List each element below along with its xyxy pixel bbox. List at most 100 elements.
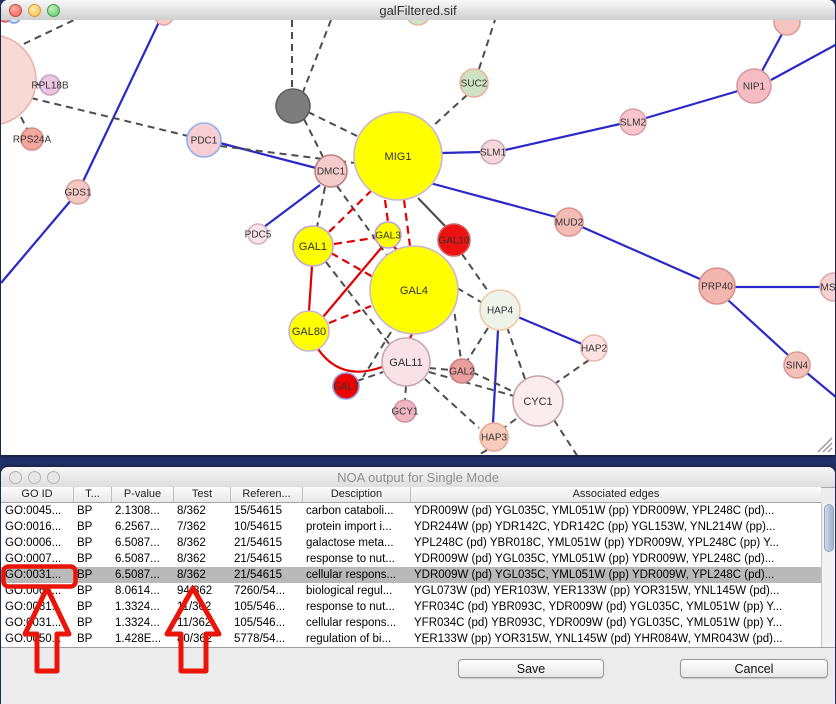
table-row[interactable]: GO:0050...BP1.428E...80/3625778/54...reg…: [1, 631, 821, 647]
node-PDC5[interactable]: [248, 224, 268, 244]
node-GAL4[interactable]: [370, 246, 458, 334]
edge-d[interactable]: [304, 119, 323, 157]
edge-b[interactable]: [771, 44, 835, 80]
edge-b[interactable]: [264, 185, 320, 227]
table-header[interactable]: GO IDT...P-valueTestReferen...Desciption…: [1, 487, 821, 503]
node-GAL2[interactable]: [450, 359, 474, 383]
edge-b[interactable]: [220, 143, 316, 168]
edge-b[interactable]: [430, 183, 556, 217]
node-CYC1[interactable]: [513, 376, 563, 426]
node-HAP3[interactable]: [480, 423, 508, 451]
table-row[interactable]: GO:0016...BP6.2567...7/36210/54615protei…: [1, 519, 821, 535]
edge-rc[interactable]: [318, 349, 382, 372]
node-SLM2[interactable]: [620, 109, 646, 135]
node-GAL1[interactable]: [293, 226, 333, 266]
edge-b[interactable]: [493, 330, 498, 423]
edge-g[interactable]: [418, 198, 445, 226]
node-MIG1[interactable]: [354, 112, 442, 200]
edge-d[interactable]: [453, 302, 461, 360]
node-unlabeled[interactable]: [774, 20, 800, 35]
edge-d[interactable]: [405, 386, 406, 400]
node-HAP2[interactable]: [581, 335, 607, 361]
edge-d[interactable]: [507, 327, 525, 379]
node-GCY1[interactable]: [394, 400, 416, 422]
edge-r[interactable]: [309, 266, 312, 311]
node-RPL18B[interactable]: [40, 75, 60, 95]
edge-d[interactable]: [13, 20, 74, 49]
node-unlabeled[interactable]: [406, 20, 430, 25]
resize-grip[interactable]: [816, 436, 834, 454]
edge-b[interactable]: [728, 300, 788, 355]
edge-b[interactable]: [505, 124, 620, 150]
edge-d[interactable]: [475, 450, 487, 455]
edge-b[interactable]: [582, 227, 700, 279]
scrollbar-thumb[interactable]: [824, 504, 834, 552]
noa-titlebar[interactable]: NOA output for Single Mode: [1, 467, 835, 488]
column-header[interactable]: GO ID: [1, 487, 73, 502]
network-canvas[interactable]: RPL18BRPS24AGDS1PDC1DMC1MIG1SLM1SLM2NIP1…: [1, 20, 835, 455]
edge-rd[interactable]: [404, 200, 410, 246]
table-row[interactable]: GO:0031...BP1.3324...11/362105/546...cel…: [1, 615, 821, 631]
node-MUD2[interactable]: [555, 208, 583, 236]
edge-d[interactable]: [308, 112, 357, 136]
edge-b[interactable]: [442, 152, 481, 153]
edge-b[interactable]: [807, 373, 835, 398]
edge-d[interactable]: [21, 117, 27, 129]
edge-d[interactable]: [479, 20, 495, 69]
edge-d[interactable]: [357, 372, 383, 381]
column-header[interactable]: Test: [173, 487, 230, 502]
network-titlebar[interactable]: galFiltered.sif: [1, 0, 835, 21]
edge-d[interactable]: [429, 368, 450, 370]
table-row[interactable]: GO:0007...BP6.5087...8/36221/54615respon…: [1, 551, 821, 567]
node-unlabeled[interactable]: [8, 20, 20, 23]
node-GAL10[interactable]: [438, 224, 470, 256]
node-DMC1[interactable]: [315, 155, 347, 187]
edge-d[interactable]: [317, 187, 325, 227]
edge-rd[interactable]: [385, 200, 388, 222]
node-SUC2[interactable]: [460, 69, 488, 97]
node-GAL11[interactable]: [382, 338, 430, 386]
edge-d[interactable]: [554, 420, 578, 455]
node-GAL80[interactable]: [289, 311, 329, 351]
node-HAP4[interactable]: [480, 290, 520, 330]
edge-d[interactable]: [472, 372, 514, 392]
edge-d[interactable]: [457, 288, 481, 302]
column-header[interactable]: T...: [73, 487, 111, 502]
edge-b[interactable]: [518, 317, 582, 344]
cancel-button[interactable]: Cancel: [680, 659, 828, 678]
save-button[interactable]: Save: [458, 659, 604, 678]
table-row[interactable]: GO:0031...BP1.3324...11/362105/546...res…: [1, 599, 821, 615]
edge-d[interactable]: [31, 98, 188, 136]
edge-rd[interactable]: [329, 306, 371, 323]
edge-d[interactable]: [303, 20, 331, 92]
edge-b[interactable]: [646, 91, 738, 118]
edge-d[interactable]: [425, 379, 479, 428]
edge-d[interactable]: [467, 328, 488, 361]
node-PDC1[interactable]: [187, 123, 221, 157]
edge-b[interactable]: [78, 22, 159, 192]
edge-d[interactable]: [462, 254, 490, 294]
column-header[interactable]: P-value: [111, 487, 173, 502]
vertical-scrollbar[interactable]: [821, 503, 835, 647]
edge-b[interactable]: [1, 192, 78, 283]
node-PRP40[interactable]: [699, 268, 735, 304]
node-SIN4[interactable]: [784, 352, 810, 378]
node-unlabeled[interactable]: [276, 89, 310, 123]
table-row[interactable]: GO:0031...BP6.5087...8/36221/54615cellul…: [1, 567, 821, 583]
node-NIP1[interactable]: [737, 69, 771, 103]
node-GAL3[interactable]: [375, 222, 401, 248]
node-MS[interactable]: [820, 273, 835, 301]
edge-b[interactable]: [762, 34, 782, 71]
table-row[interactable]: GO:0006...BP6.5087...8/36221/54615galact…: [1, 535, 821, 551]
table-row[interactable]: GO:0045...BP2.1308...8/36215/54615carbon…: [1, 503, 821, 519]
edge-d[interactable]: [553, 360, 589, 385]
node-GAL7[interactable]: [333, 373, 359, 399]
edge-d[interactable]: [505, 419, 516, 427]
node-unlabeled[interactable]: [1, 35, 36, 125]
node-GDS1[interactable]: [66, 180, 90, 204]
edge-rd[interactable]: [334, 238, 374, 244]
node-RPS24A[interactable]: [21, 128, 43, 150]
edge-d[interactable]: [433, 95, 467, 126]
column-header[interactable]: Associated edges: [410, 487, 821, 502]
column-header[interactable]: Referen...: [230, 487, 302, 502]
